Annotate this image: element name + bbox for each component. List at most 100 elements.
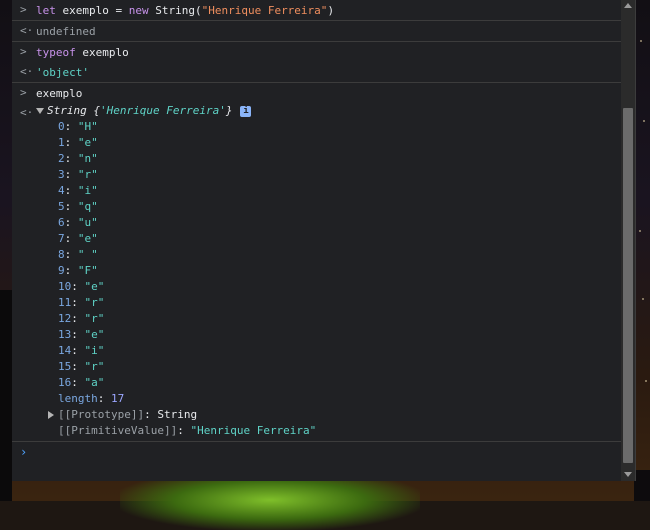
property-colon: : [64, 120, 78, 133]
expand-triangle-icon[interactable] [36, 108, 44, 114]
property-colon: : [71, 344, 85, 357]
code-identifier: exemplo = [62, 3, 129, 17]
property-value: "n" [77, 152, 98, 165]
property-key: 13 [58, 328, 72, 341]
property-row[interactable]: 7: "e" [58, 231, 621, 247]
property-row[interactable]: 0: "H" [58, 119, 621, 135]
property-row[interactable]: 5: "q" [58, 199, 621, 215]
property-row[interactable]: 4: "i" [58, 183, 621, 199]
property-row[interactable]: 1: "e" [58, 135, 621, 151]
property-value: "r" [77, 168, 98, 181]
property-key: 12 [58, 312, 72, 325]
property-key: 16 [58, 376, 72, 389]
property-row[interactable]: 11: "r" [58, 295, 621, 311]
property-key: [[Prototype]] [58, 408, 145, 421]
console-input-line[interactable]: > exemplo [12, 83, 621, 103]
property-row[interactable]: 2: "n" [58, 151, 621, 167]
property-key: 14 [58, 344, 72, 357]
property-key: 6 [58, 216, 65, 229]
property-value: "Henrique Ferreira" [190, 424, 317, 437]
property-value: String [157, 408, 198, 421]
code-call: String( [148, 3, 202, 17]
code-identifier: exemplo [75, 45, 129, 59]
keyword-let: let [36, 3, 63, 17]
property-row[interactable]: 14: "i" [58, 343, 621, 359]
object-preview: 'Henrique Ferreira' [99, 104, 226, 117]
property-row-primitive[interactable]: [[PrimitiveValue]]: "Henrique Ferreira" [48, 423, 621, 439]
input-chevron-icon: > [20, 45, 27, 58]
input-chevron-icon: > [20, 3, 27, 16]
devtools-console-panel: > let exemplo = new String("Henrique Fer… [12, 0, 636, 481]
property-value: "e" [84, 328, 105, 341]
property-key: length [58, 392, 98, 405]
property-row[interactable]: 3: "r" [58, 167, 621, 183]
input-chevron-icon: > [20, 86, 27, 99]
keyword-typeof: typeof [36, 45, 76, 59]
property-colon: : [64, 168, 78, 181]
property-key: 3 [58, 168, 65, 181]
property-colon: : [64, 232, 78, 245]
property-key: 10 [58, 280, 72, 293]
console-scrollbar[interactable] [621, 0, 635, 481]
object-properties: 0: "H" 1: "e" 2: "n" 3: "r" 4: "i" 5: "q" 6: "… [36, 119, 621, 391]
property-colon: : [144, 408, 158, 421]
output-arrow-icon: <· [20, 24, 34, 37]
property-colon: : [177, 424, 191, 437]
property-key: 7 [58, 232, 65, 245]
output-arrow-icon: <· [20, 65, 34, 78]
property-value: "r" [84, 296, 105, 309]
property-row[interactable]: 13: "e" [58, 327, 621, 343]
property-colon: : [71, 328, 85, 341]
property-row[interactable]: 12: "r" [58, 311, 621, 327]
expand-triangle-icon[interactable] [48, 411, 54, 419]
console-input-line[interactable]: > let exemplo = new String("Henrique Fer… [12, 0, 621, 21]
property-colon: : [64, 152, 78, 165]
property-colon: : [64, 136, 78, 149]
property-value: "i" [84, 344, 105, 357]
console-result-line[interactable]: <· undefined [12, 21, 621, 42]
property-colon: : [71, 280, 85, 293]
property-row[interactable]: 6: "u" [58, 215, 621, 231]
wallpaper-star [640, 40, 642, 42]
console-result-line[interactable]: <· 'object' [12, 62, 621, 83]
scroll-down-arrow-icon[interactable] [624, 472, 632, 477]
prompt-chevron-icon: › [20, 445, 28, 459]
property-value: "q" [77, 200, 98, 213]
property-key: 11 [58, 296, 72, 309]
console-messages[interactable]: > let exemplo = new String("Henrique Fer… [12, 0, 621, 481]
wallpaper-tree-right [634, 470, 650, 501]
property-colon: : [64, 248, 78, 261]
result-value: 'object' [36, 65, 89, 79]
property-colon: : [64, 216, 78, 229]
property-value: "H" [77, 120, 98, 133]
wallpaper-star [643, 120, 645, 122]
property-value: "a" [84, 376, 105, 389]
property-colon: : [64, 200, 78, 213]
property-row[interactable]: 15: "r" [58, 359, 621, 375]
property-key: 15 [58, 360, 72, 373]
property-row[interactable]: 16: "a" [58, 375, 621, 391]
scroll-up-arrow-icon[interactable] [624, 3, 632, 8]
scrollbar-thumb[interactable] [623, 108, 633, 463]
property-value: "u" [77, 216, 98, 229]
property-row[interactable]: 10: "e" [58, 279, 621, 295]
property-row-length[interactable]: length: 17 [58, 391, 621, 407]
property-value: 17 [111, 392, 125, 405]
property-colon: : [71, 360, 85, 373]
wallpaper-tree-left [0, 290, 12, 501]
property-value: "e" [77, 136, 98, 149]
console-input-line[interactable]: > typeof exemplo [12, 42, 621, 62]
object-inspector: <· String {'Henrique Ferreira'} i 0: "H" 1… [12, 103, 621, 439]
property-row[interactable]: 8: " " [58, 247, 621, 263]
property-value: "r" [84, 360, 105, 373]
code-string-literal: "Henrique Ferreira" [201, 3, 328, 17]
console-prompt-input[interactable]: › [12, 441, 621, 464]
wallpaper-star [645, 380, 647, 382]
property-row[interactable]: 9: "F" [58, 263, 621, 279]
property-row-prototype[interactable]: [[Prototype]]: String [48, 407, 621, 423]
object-header[interactable]: String {'Henrique Ferreira'} i [36, 103, 621, 119]
property-colon: : [64, 264, 78, 277]
object-close-brace: } [225, 104, 233, 117]
property-key: 5 [58, 200, 65, 213]
info-icon[interactable]: i [240, 105, 252, 117]
